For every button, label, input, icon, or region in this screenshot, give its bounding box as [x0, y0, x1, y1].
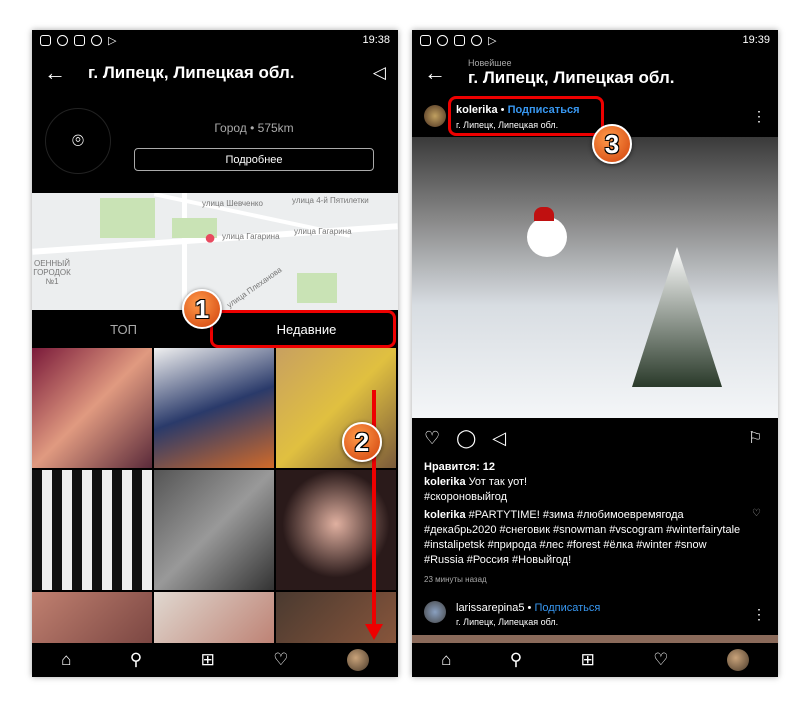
highlight-box: [448, 96, 604, 136]
instagram-icon: [420, 34, 431, 46]
ok-mail-icon: [454, 34, 465, 46]
caption-text: Уот так уот!: [468, 476, 528, 488]
share-icon[interactable]: ◁: [492, 428, 506, 449]
comment-icon[interactable]: ◯: [456, 428, 476, 449]
play-icon: ▷: [488, 34, 497, 47]
back-arrow-icon[interactable]: ←: [424, 60, 446, 86]
instagram-icon: [40, 34, 51, 46]
bottom-nav: ⌂ ⚲ ⊞ ♡: [32, 643, 398, 677]
left-screen: ▷ 19:38 ← г. Липецк, Липецкая обл. ◁ ⌾ Г…: [32, 30, 398, 677]
clock: 19:39: [742, 34, 770, 46]
back-arrow-icon[interactable]: ←: [44, 60, 66, 86]
clock: 19:38: [362, 34, 390, 46]
add-post-icon[interactable]: ⊞: [201, 650, 215, 670]
viber-icon: [471, 34, 482, 46]
comment-username[interactable]: kolerika: [424, 509, 466, 521]
page-title: г. Липецк, Липецкая обл.: [88, 63, 295, 82]
caption-username[interactable]: kolerika: [424, 476, 466, 488]
status-bar: ▷ 19:38: [32, 30, 398, 50]
map-label: ОЕННЫЙ ГОРОДОК №1: [33, 259, 71, 286]
arrow-head-icon: [365, 624, 383, 640]
grid-photo[interactable]: [32, 470, 152, 590]
map-label: улица 4-й Пятилетки: [292, 196, 369, 205]
profile-avatar[interactable]: [726, 649, 749, 671]
post-username[interactable]: larissarepina5: [456, 602, 524, 614]
right-screen: ▷ 19:39 ← Новейшее г. Липецк, Липецкая о…: [412, 30, 778, 677]
post-image[interactable]: [412, 137, 778, 418]
location-meta: Город • 575km: [214, 121, 294, 135]
step-badge-3: 3: [592, 124, 632, 164]
comment-like-icon[interactable]: ♡: [752, 508, 761, 519]
header: ← г. Липецк, Липецкая обл. ◁: [32, 50, 398, 96]
map[interactable]: улица Шевченко улица 4-й Пятилетки улица…: [32, 193, 398, 310]
more-options-icon[interactable]: ⋮: [752, 108, 766, 125]
home-icon[interactable]: ⌂: [441, 650, 451, 670]
post-location[interactable]: г. Липецк, Липецкая обл.: [456, 617, 558, 627]
post-time: 23 минуты назад: [424, 575, 487, 584]
bottom-nav: ⌂ ⚲ ⊞ ♡: [412, 643, 778, 677]
comment-text: #PARTYTIME! #зима #любимоевремягода #дек…: [424, 509, 741, 566]
page-title: г. Липецк, Липецкая обл.: [468, 68, 675, 87]
viber-icon: [437, 34, 448, 46]
photo-grid: [32, 348, 398, 677]
home-icon[interactable]: ⌂: [61, 650, 71, 670]
map-label: улица Плеханова: [225, 265, 284, 310]
caption-hashtag[interactable]: #скороновыйгод: [424, 490, 764, 505]
viber-icon: [91, 34, 102, 46]
likes-count[interactable]: Нравится: 12: [424, 460, 764, 475]
heart-icon[interactable]: ♡: [273, 650, 288, 670]
more-options-icon[interactable]: ⋮: [752, 606, 766, 623]
profile-avatar[interactable]: [346, 649, 369, 671]
bookmark-icon[interactable]: ⚐: [748, 428, 762, 448]
ok-mail-icon: [74, 34, 85, 46]
map-label: улица Гагарина: [294, 227, 352, 236]
user-avatar[interactable]: [424, 601, 446, 623]
grid-photo[interactable]: [154, 470, 274, 590]
share-icon[interactable]: ◁: [373, 63, 386, 83]
search-icon[interactable]: ⚲: [130, 650, 142, 670]
play-icon: ▷: [108, 34, 117, 47]
viber-icon: [57, 34, 68, 46]
step-badge-2: 2: [342, 422, 382, 462]
page-subtitle: Новейшее: [468, 58, 512, 68]
map-pin-icon: ●: [204, 227, 217, 249]
step-badge-1: 1: [182, 289, 222, 329]
grid-photo[interactable]: [276, 470, 396, 590]
search-icon[interactable]: ⚲: [510, 650, 522, 670]
details-button[interactable]: Подробнее: [134, 148, 374, 171]
map-label: улица Гагарина: [222, 232, 280, 241]
like-heart-icon[interactable]: ♡: [424, 428, 440, 449]
follow-button[interactable]: Подписаться: [534, 602, 600, 614]
grid-photo[interactable]: [32, 348, 152, 468]
highlight-box: [210, 310, 396, 348]
map-label: улица Шевченко: [202, 199, 263, 208]
add-post-icon[interactable]: ⊞: [581, 650, 595, 670]
user-avatar[interactable]: [424, 105, 446, 127]
grid-photo[interactable]: [154, 348, 274, 468]
heart-icon[interactable]: ♡: [653, 650, 668, 670]
next-post-image[interactable]: [412, 635, 778, 643]
location-pin-icon: ⌾: [45, 108, 111, 174]
status-bar: ▷ 19:39: [412, 30, 778, 50]
header: ← Новейшее г. Липецк, Липецкая обл.: [412, 50, 778, 96]
